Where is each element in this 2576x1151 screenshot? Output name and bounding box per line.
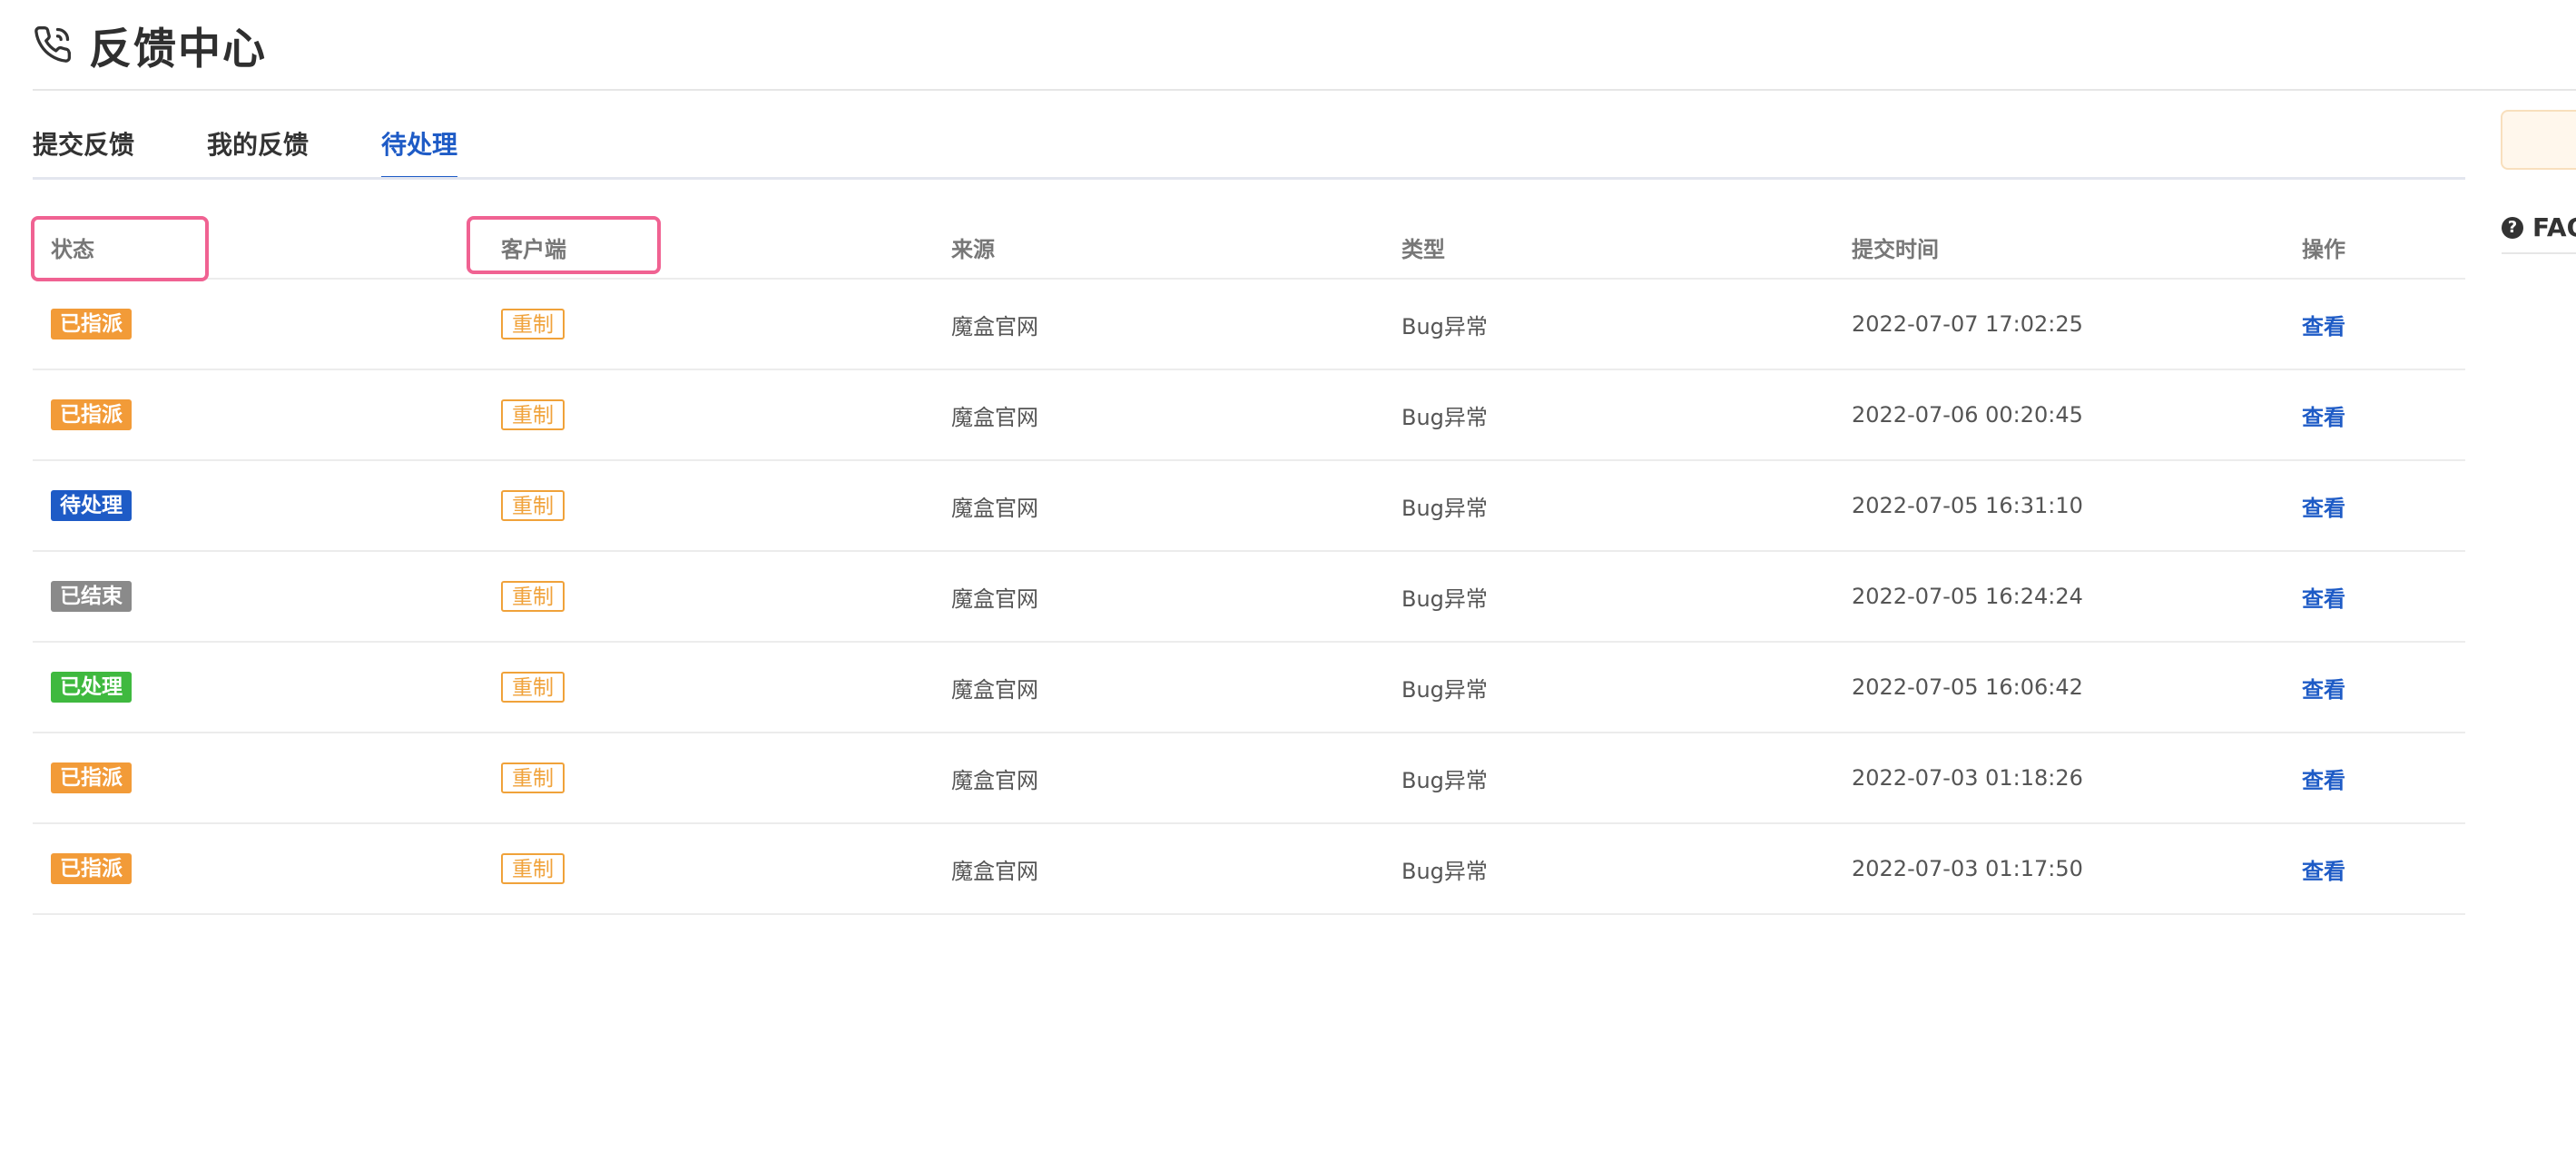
status-cell: 已指派 (51, 280, 132, 369)
status-badge: 已处理 (51, 672, 132, 703)
feedback-table: 状态 客户端 来源 类型 提交时间 操作 已指派 重制 魔盒官网 Bug异常 2022-… (33, 216, 2465, 915)
header-divider (33, 89, 2576, 91)
time-cell: 2022-07-06 00:20:45 (1852, 402, 2083, 428)
table-row: 待处理 重制 魔盒官网 Bug异常 2022-07-05 16:31:10 查看 (33, 461, 2465, 552)
type-cell: Bug异常 (1401, 858, 1488, 884)
status-cell: 已指派 (51, 370, 132, 459)
status-badge: 已指派 (51, 853, 132, 884)
column-header-source: 来源 (951, 236, 995, 262)
type-cell: Bug异常 (1401, 495, 1488, 521)
faq-label: FAQ (2532, 212, 2576, 242)
status-cell: 已处理 (51, 643, 132, 732)
view-link[interactable]: 查看 (2302, 853, 2345, 885)
status-cell: 已结束 (51, 552, 132, 641)
table-header: 状态 客户端 来源 类型 提交时间 操作 (33, 216, 2465, 280)
time-cell: 2022-07-05 16:24:24 (1852, 584, 2083, 609)
client-cell: 重制 (501, 370, 565, 459)
client-cell: 重制 (501, 461, 565, 550)
page-header: 反馈中心 (33, 13, 267, 76)
view-link[interactable]: 查看 (2302, 399, 2345, 431)
source-cell: 魔盒官网 (951, 404, 1038, 430)
status-badge: 待处理 (51, 490, 132, 521)
source-cell: 魔盒官网 (951, 767, 1038, 793)
view-link[interactable]: 查看 (2302, 762, 2345, 794)
time-cell: 2022-07-03 01:17:50 (1852, 856, 2083, 881)
question-icon: ? (2502, 216, 2523, 239)
view-link[interactable]: 查看 (2302, 581, 2345, 613)
tab-bar: 提交反馈 我的反馈 待处理 (33, 127, 2465, 180)
view-link[interactable]: 查看 (2302, 672, 2345, 703)
client-badge: 重制 (501, 490, 565, 521)
status-cell: 已指派 (51, 824, 132, 913)
client-badge: 重制 (501, 672, 565, 703)
client-cell: 重制 (501, 733, 565, 822)
table-row: 已结束 重制 魔盒官网 Bug异常 2022-07-05 16:24:24 查看 (33, 552, 2465, 643)
status-badge: 已指派 (51, 309, 132, 339)
phone-icon (33, 24, 74, 65)
tab-pending[interactable]: 待处理 (381, 127, 458, 180)
column-header-time: 提交时间 (1852, 236, 1939, 262)
type-cell: Bug异常 (1401, 767, 1488, 793)
column-header-action: 操作 (2302, 236, 2345, 262)
time-cell: 2022-07-07 17:02:25 (1852, 311, 2083, 337)
highlight-box-status (31, 216, 209, 281)
status-badge: 已结束 (51, 581, 132, 612)
table-row: 已指派 重制 魔盒官网 Bug异常 2022-07-07 17:02:25 查看 (33, 280, 2465, 370)
table-row: 已指派 重制 魔盒官网 Bug异常 2022-07-03 01:18:26 查看 (33, 733, 2465, 824)
time-cell: 2022-07-03 01:18:26 (1852, 765, 2083, 791)
type-cell: Bug异常 (1401, 404, 1488, 430)
client-badge: 重制 (501, 399, 565, 430)
client-cell: 重制 (501, 824, 565, 913)
status-cell: 已指派 (51, 733, 132, 822)
type-cell: Bug异常 (1401, 676, 1488, 703)
table-row: 已处理 重制 魔盒官网 Bug异常 2022-07-05 16:06:42 查看 (33, 643, 2465, 733)
type-cell: Bug异常 (1401, 313, 1488, 339)
source-cell: 魔盒官网 (951, 495, 1038, 521)
view-link[interactable]: 查看 (2302, 309, 2345, 340)
status-cell: 待处理 (51, 461, 132, 550)
view-link[interactable]: 查看 (2302, 490, 2345, 522)
client-badge: 重制 (501, 581, 565, 612)
client-badge: 重制 (501, 309, 565, 339)
client-badge: 重制 (501, 762, 565, 793)
status-badge: 已指派 (51, 399, 132, 430)
table-row: 已指派 重制 魔盒官网 Bug异常 2022-07-06 00:20:45 查看 (33, 370, 2465, 461)
time-cell: 2022-07-05 16:31:10 (1852, 493, 2083, 518)
client-badge: 重制 (501, 853, 565, 884)
tab-submit-feedback[interactable]: 提交反馈 (33, 127, 134, 180)
time-cell: 2022-07-05 16:06:42 (1852, 674, 2083, 700)
action-cell: 查看 (2302, 552, 2345, 641)
source-cell: 魔盒官网 (951, 676, 1038, 703)
client-cell: 重制 (501, 643, 565, 732)
action-cell: 查看 (2302, 733, 2345, 822)
status-badge: 已指派 (51, 762, 132, 793)
source-cell: 魔盒官网 (951, 585, 1038, 612)
action-cell: 查看 (2302, 643, 2345, 732)
highlight-box-client (467, 216, 661, 274)
tab-bar-underline (33, 177, 2465, 180)
action-cell: 查看 (2302, 824, 2345, 913)
action-cell: 查看 (2302, 370, 2345, 459)
action-cell: 查看 (2302, 280, 2345, 369)
source-cell: 魔盒官网 (951, 313, 1038, 339)
type-cell: Bug异常 (1401, 585, 1488, 612)
page-title: 反馈中心 (89, 24, 267, 74)
client-cell: 重制 (501, 280, 565, 369)
client-cell: 重制 (501, 552, 565, 641)
faq-divider (2502, 252, 2576, 254)
source-cell: 魔盒官网 (951, 858, 1038, 884)
side-notice-card[interactable] (2501, 110, 2576, 170)
column-header-type: 类型 (1401, 236, 1445, 262)
action-cell: 查看 (2302, 461, 2345, 550)
tab-my-feedback[interactable]: 我的反馈 (207, 127, 309, 180)
table-row: 已指派 重制 魔盒官网 Bug异常 2022-07-03 01:17:50 查看 (33, 824, 2465, 915)
faq-link[interactable]: ? FAQ (2502, 212, 2576, 242)
